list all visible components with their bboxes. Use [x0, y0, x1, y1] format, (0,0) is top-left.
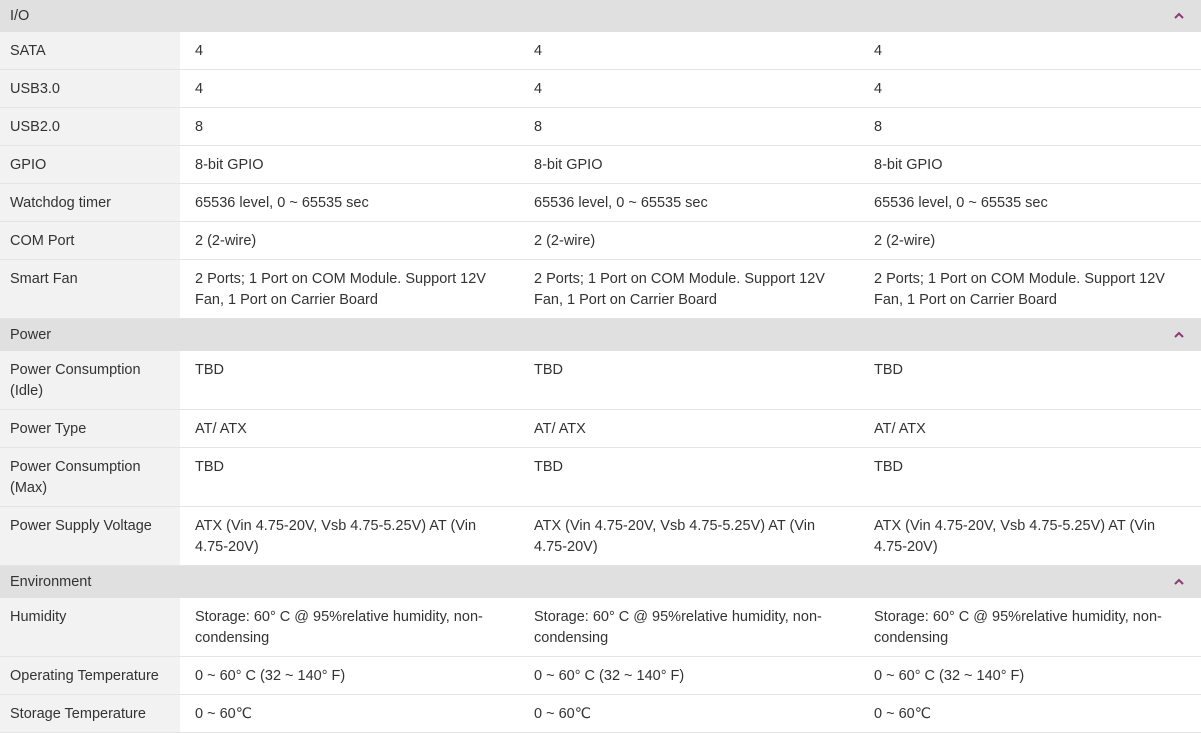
- spec-row-gpio: GPIO 8-bit GPIO 8-bit GPIO 8-bit GPIO: [0, 146, 1201, 184]
- spec-value: 2 Ports; 1 Port on COM Module. Support 1…: [519, 260, 859, 318]
- spec-value: 2 (2-wire): [180, 222, 519, 259]
- chevron-up-icon[interactable]: [1171, 574, 1187, 590]
- spec-value: 65536 level, 0 ~ 65535 sec: [519, 184, 859, 221]
- spec-value: 0 ~ 60℃: [859, 695, 1201, 732]
- spec-row-usb3: USB3.0 4 4 4: [0, 70, 1201, 108]
- section-io: I/O SATA 4 4 4 USB3.0 4 4 4 USB2.0 8 8 8…: [0, 0, 1201, 319]
- spec-value: TBD: [519, 351, 859, 409]
- spec-label: USB3.0: [0, 70, 180, 107]
- spec-value: TBD: [859, 448, 1201, 506]
- spec-value: AT/ ATX: [180, 410, 519, 447]
- spec-value: 0 ~ 60° C (32 ~ 140° F): [180, 657, 519, 694]
- spec-value: 2 Ports; 1 Port on COM Module. Support 1…: [859, 260, 1201, 318]
- spec-value: 8: [180, 108, 519, 145]
- spec-value: 2 (2-wire): [519, 222, 859, 259]
- chevron-up-icon[interactable]: [1171, 327, 1187, 343]
- spec-value: 65536 level, 0 ~ 65535 sec: [180, 184, 519, 221]
- section-environment: Environment Humidity Storage: 60° C @ 95…: [0, 566, 1201, 733]
- section-title: Environment: [10, 574, 92, 590]
- spec-label: Humidity: [0, 598, 180, 656]
- spec-row-power-supply-voltage: Power Supply Voltage ATX (Vin 4.75-20V, …: [0, 507, 1201, 566]
- spec-label: Storage Temperature: [0, 695, 180, 732]
- spec-row-storage-temperature: Storage Temperature 0 ~ 60℃ 0 ~ 60℃ 0 ~ …: [0, 695, 1201, 733]
- spec-value: 4: [180, 32, 519, 69]
- spec-row-power-type: Power Type AT/ ATX AT/ ATX AT/ ATX: [0, 410, 1201, 448]
- chevron-up-icon[interactable]: [1171, 8, 1187, 24]
- spec-row-smart-fan: Smart Fan 2 Ports; 1 Port on COM Module.…: [0, 260, 1201, 319]
- spec-value: 8-bit GPIO: [859, 146, 1201, 183]
- spec-value: 4: [519, 70, 859, 107]
- spec-value: 0 ~ 60℃: [180, 695, 519, 732]
- spec-value: Storage: 60° C @ 95%relative humidity, n…: [859, 598, 1201, 656]
- spec-value: AT/ ATX: [859, 410, 1201, 447]
- spec-row-humidity: Humidity Storage: 60° C @ 95%relative hu…: [0, 598, 1201, 657]
- spec-value: AT/ ATX: [519, 410, 859, 447]
- spec-value: 4: [859, 70, 1201, 107]
- spec-row-power-consumption-max: Power Consumption (Max) TBD TBD TBD: [0, 448, 1201, 507]
- spec-label: Smart Fan: [0, 260, 180, 318]
- spec-value: ATX (Vin 4.75-20V, Vsb 4.75-5.25V) AT (V…: [519, 507, 859, 565]
- spec-value: 8: [519, 108, 859, 145]
- spec-value: 0 ~ 60° C (32 ~ 140° F): [859, 657, 1201, 694]
- section-header-io[interactable]: I/O: [0, 0, 1201, 32]
- spec-label: Power Consumption (Idle): [0, 351, 180, 409]
- spec-value: 8-bit GPIO: [180, 146, 519, 183]
- spec-value: ATX (Vin 4.75-20V, Vsb 4.75-5.25V) AT (V…: [180, 507, 519, 565]
- spec-value: Storage: 60° C @ 95%relative humidity, n…: [180, 598, 519, 656]
- spec-value: 65536 level, 0 ~ 65535 sec: [859, 184, 1201, 221]
- spec-label: Power Consumption (Max): [0, 448, 180, 506]
- spec-label: USB2.0: [0, 108, 180, 145]
- section-title: Power: [10, 327, 52, 343]
- spec-row-usb2: USB2.0 8 8 8: [0, 108, 1201, 146]
- spec-value: 4: [180, 70, 519, 107]
- spec-value: 4: [519, 32, 859, 69]
- spec-label: GPIO: [0, 146, 180, 183]
- spec-row-operating-temperature: Operating Temperature 0 ~ 60° C (32 ~ 14…: [0, 657, 1201, 695]
- spec-value: TBD: [180, 351, 519, 409]
- spec-row-power-consumption-idle: Power Consumption (Idle) TBD TBD TBD: [0, 351, 1201, 410]
- spec-label: Watchdog timer: [0, 184, 180, 221]
- section-header-environment[interactable]: Environment: [0, 566, 1201, 598]
- spec-value: 4: [859, 32, 1201, 69]
- spec-value: ATX (Vin 4.75-20V, Vsb 4.75-5.25V) AT (V…: [859, 507, 1201, 565]
- section-power: Power Power Consumption (Idle) TBD TBD T…: [0, 319, 1201, 566]
- spec-label: Power Type: [0, 410, 180, 447]
- spec-value: 0 ~ 60℃: [519, 695, 859, 732]
- spec-row-sata: SATA 4 4 4: [0, 32, 1201, 70]
- spec-value: TBD: [180, 448, 519, 506]
- spec-value: 8: [859, 108, 1201, 145]
- spec-label: SATA: [0, 32, 180, 69]
- spec-row-watchdog-timer: Watchdog timer 65536 level, 0 ~ 65535 se…: [0, 184, 1201, 222]
- section-header-power[interactable]: Power: [0, 319, 1201, 351]
- spec-label: Operating Temperature: [0, 657, 180, 694]
- spec-value: 8-bit GPIO: [519, 146, 859, 183]
- spec-value: TBD: [859, 351, 1201, 409]
- spec-value: 0 ~ 60° C (32 ~ 140° F): [519, 657, 859, 694]
- spec-value: 2 (2-wire): [859, 222, 1201, 259]
- spec-value: 2 Ports; 1 Port on COM Module. Support 1…: [180, 260, 519, 318]
- section-title: I/O: [10, 8, 30, 24]
- spec-row-com-port: COM Port 2 (2-wire) 2 (2-wire) 2 (2-wire…: [0, 222, 1201, 260]
- spec-label: Power Supply Voltage: [0, 507, 180, 565]
- spec-value: TBD: [519, 448, 859, 506]
- spec-value: Storage: 60° C @ 95%relative humidity, n…: [519, 598, 859, 656]
- spec-table: I/O SATA 4 4 4 USB3.0 4 4 4 USB2.0 8 8 8…: [0, 0, 1201, 733]
- spec-label: COM Port: [0, 222, 180, 259]
